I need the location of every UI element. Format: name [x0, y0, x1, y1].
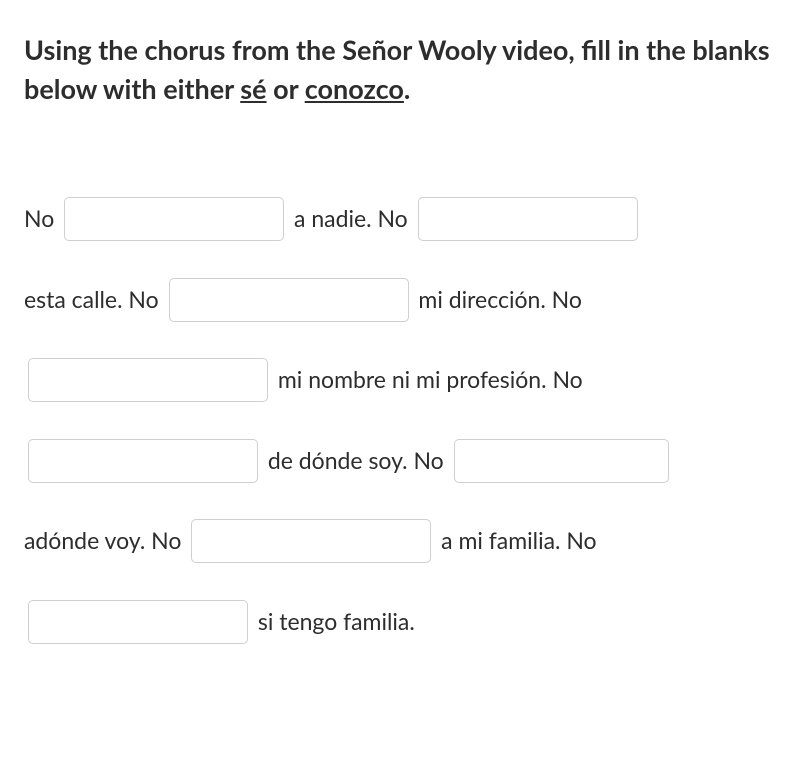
instructions-mid: or: [267, 72, 305, 105]
blank-input-3[interactable]: [169, 278, 409, 322]
instructions-text: Using the chorus from the Señor Wooly vi…: [24, 30, 776, 108]
cloze-paragraph: No a nadie. No esta calle. No mi direcci…: [24, 178, 776, 661]
text-segment: No: [24, 204, 60, 232]
blank-input-2[interactable]: [418, 197, 638, 241]
blank-input-5[interactable]: [28, 439, 258, 483]
text-segment: adónde voy. No: [24, 526, 187, 554]
instructions-word-se: sé: [240, 72, 266, 105]
text-segment: mi nombre ni mi profesión. No: [278, 365, 583, 393]
blank-input-7[interactable]: [191, 519, 431, 563]
text-segment: si tengo familia.: [258, 607, 415, 635]
blank-input-8[interactable]: [28, 600, 248, 644]
text-segment: a mi familia. No: [441, 526, 596, 554]
instructions-word-conozco: conozco: [305, 72, 404, 105]
text-segment: esta calle. No: [24, 285, 165, 313]
blank-input-4[interactable]: [28, 358, 268, 402]
text-segment: a nadie. No: [294, 204, 414, 232]
text-segment: de dónde soy. No: [268, 446, 450, 474]
text-segment: mi dirección. No: [418, 285, 581, 313]
blank-input-6[interactable]: [454, 439, 669, 483]
instructions-end: .: [404, 72, 410, 105]
blank-input-1[interactable]: [64, 197, 284, 241]
